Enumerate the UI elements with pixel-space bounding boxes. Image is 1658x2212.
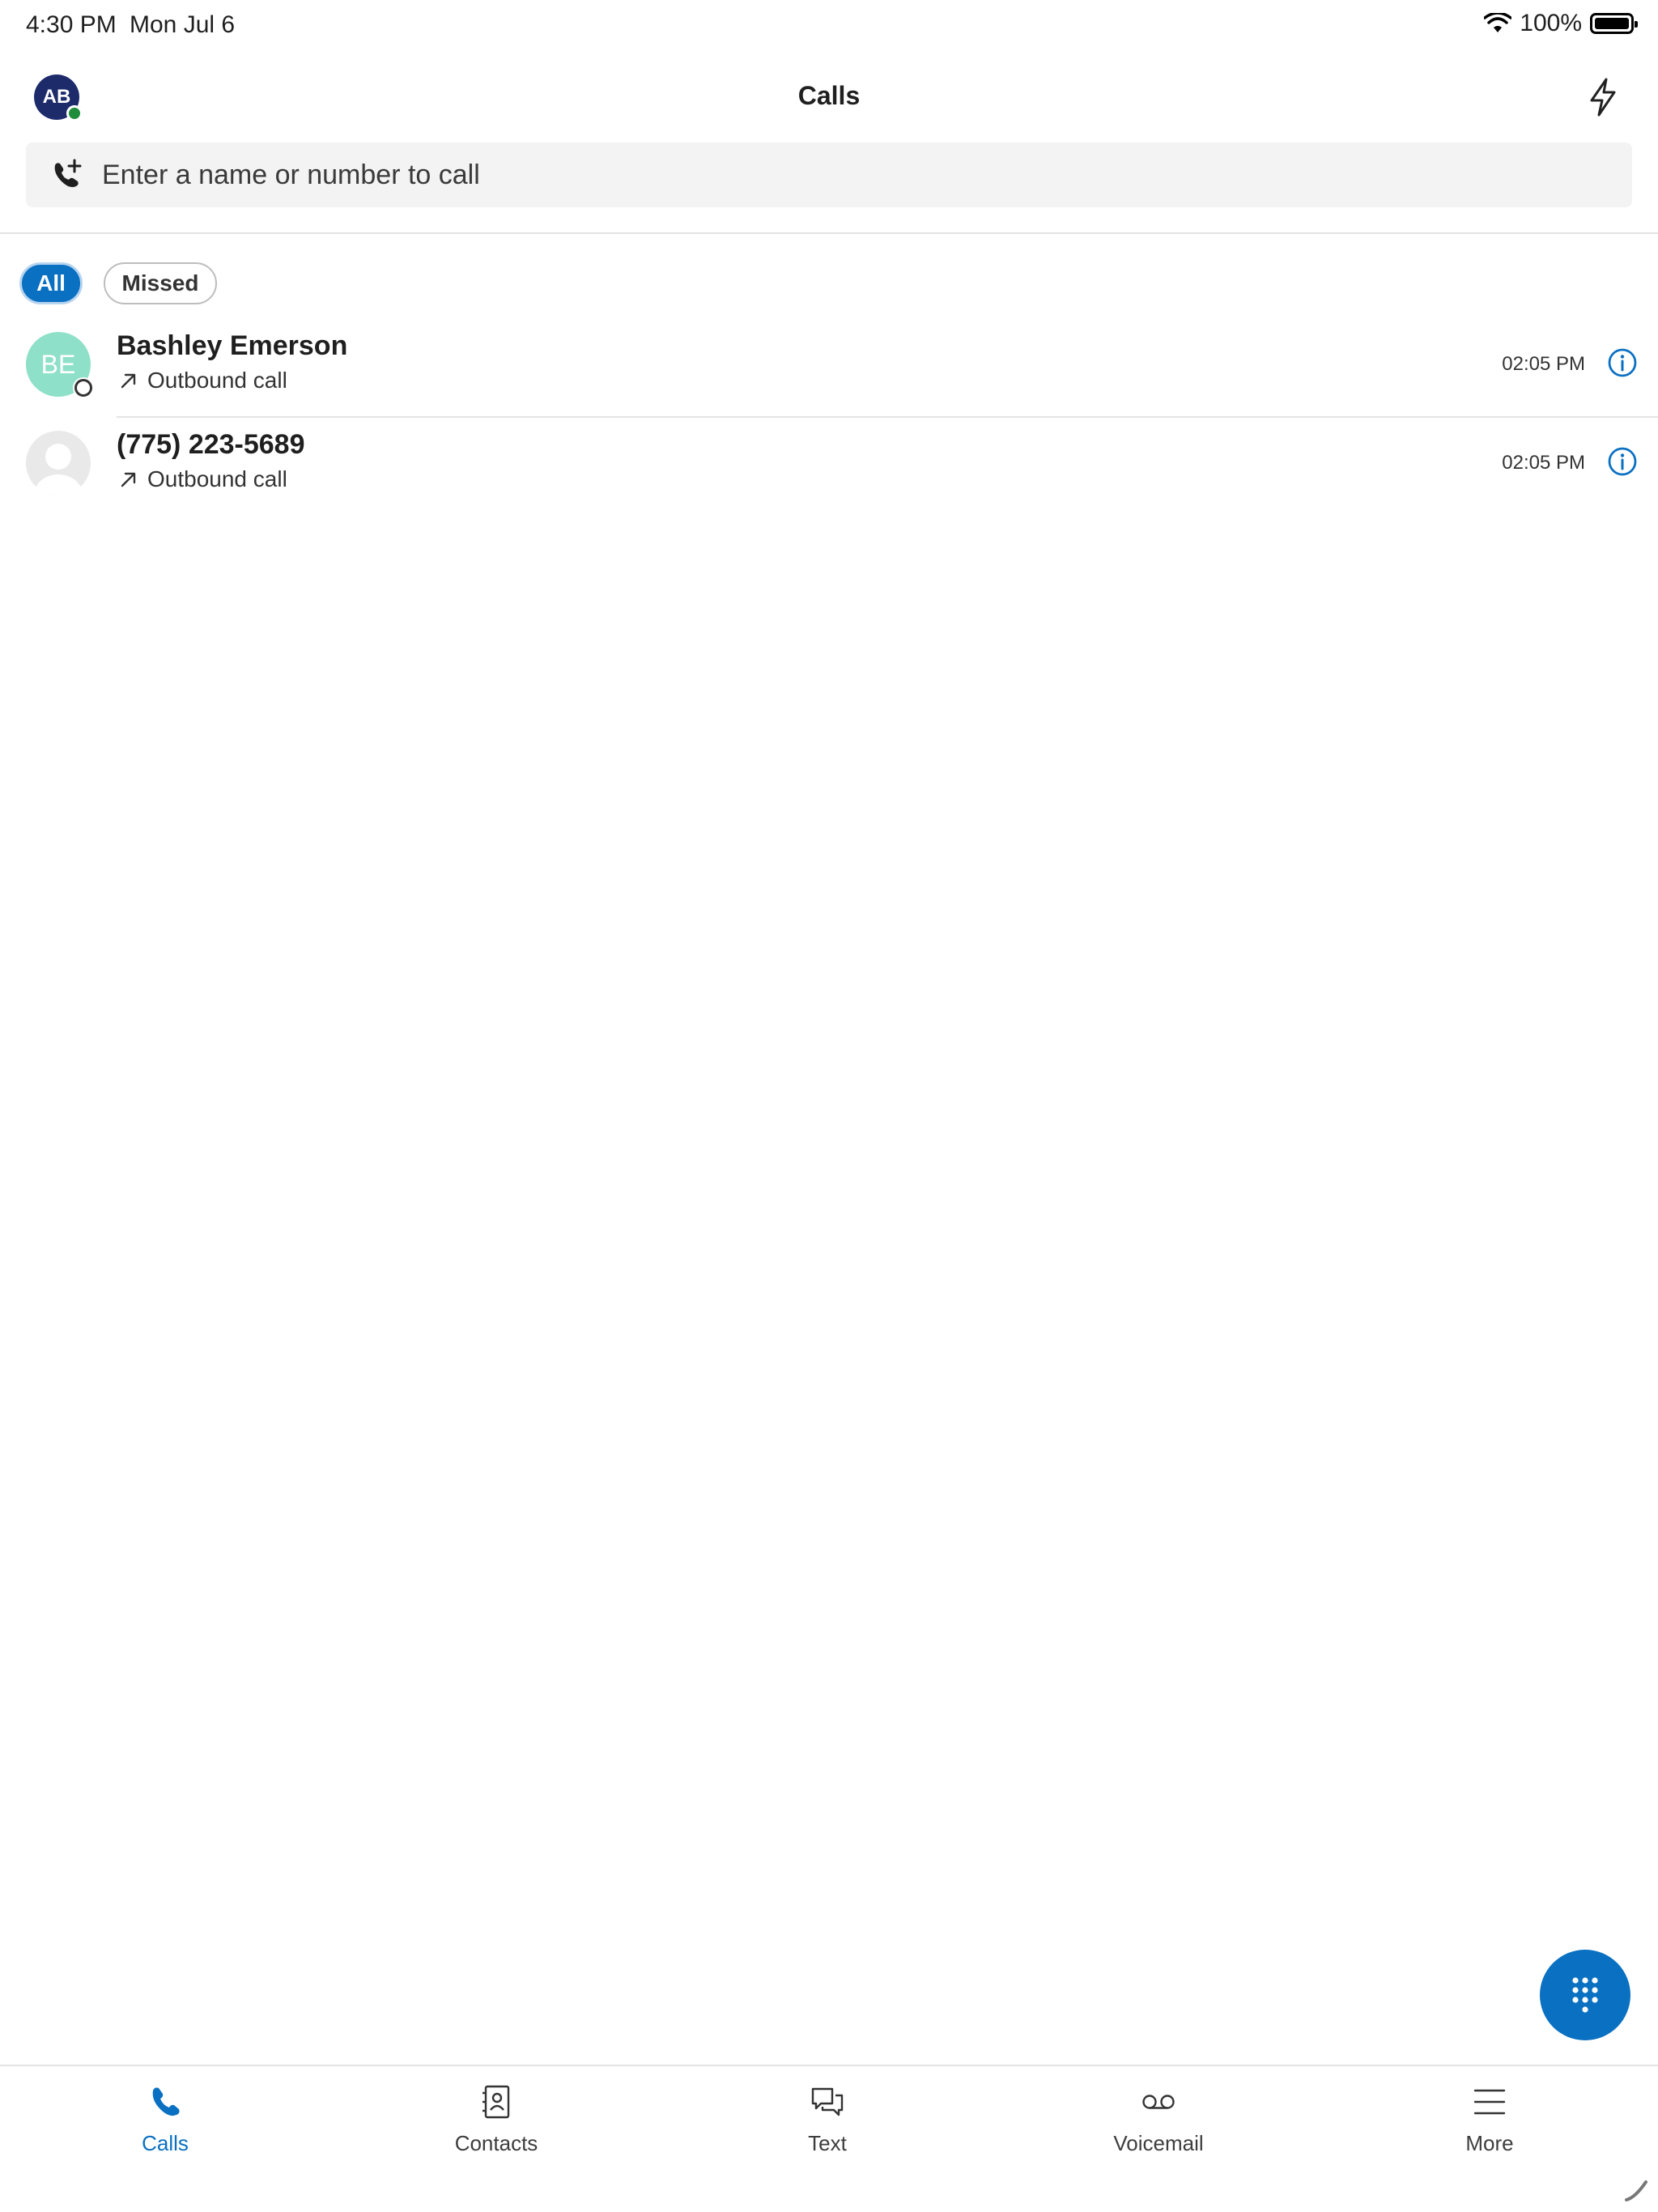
nav-label: Calls xyxy=(142,2131,189,2155)
outbound-arrow-icon xyxy=(121,373,136,389)
nav-more[interactable]: More xyxy=(1409,2084,1571,2156)
battery-icon xyxy=(1590,13,1638,34)
wifi-icon xyxy=(1484,13,1512,32)
info-icon[interactable] xyxy=(1606,445,1639,478)
phone-icon xyxy=(152,2087,180,2116)
menu-icon xyxy=(1473,2089,1506,2115)
add-call-icon xyxy=(54,159,82,188)
default-avatar-icon xyxy=(26,431,91,496)
filter-all-chip[interactable]: All xyxy=(19,262,83,304)
pencil-hint-icon xyxy=(1625,2180,1647,2201)
dialpad-button[interactable] xyxy=(1540,1950,1630,2040)
lightning-icon[interactable] xyxy=(1587,78,1619,117)
info-icon[interactable] xyxy=(1606,347,1639,379)
search-input[interactable]: Enter a name or number to call xyxy=(102,160,480,191)
nav-contacts[interactable]: Contacts xyxy=(415,2084,577,2156)
status-date: Mon Jul 6 xyxy=(130,11,236,38)
presence-offline-icon xyxy=(73,377,94,398)
status-indicators: 100% xyxy=(1484,10,1638,37)
contact-name: (775) 223-5689 xyxy=(117,429,305,460)
bottom-nav: Calls Contacts Text Voicemail More xyxy=(0,2065,1658,2212)
call-type: Outbound call xyxy=(118,368,287,393)
nav-label: More xyxy=(1465,2131,1514,2155)
battery-percent: 100% xyxy=(1520,10,1582,36)
divider xyxy=(0,232,1658,234)
call-type: Outbound call xyxy=(118,466,287,492)
nav-label: Voicemail xyxy=(1113,2131,1204,2155)
call-row[interactable]: BE Bashley Emerson Outbound call 02:05 P… xyxy=(0,317,1658,416)
status-time: 4:30 PM xyxy=(26,11,117,38)
call-time: 02:05 PM xyxy=(1502,353,1585,375)
nav-label: Contacts xyxy=(454,2131,538,2155)
call-row[interactable]: (775) 223-5689 Outbound call 02:05 PM xyxy=(0,416,1658,515)
voicemail-icon xyxy=(1142,2095,1175,2109)
nav-calls[interactable]: Calls xyxy=(84,2084,246,2156)
avatar-initials: BE xyxy=(40,349,76,379)
nav-text[interactable]: Text xyxy=(746,2084,908,2156)
dialpad-icon xyxy=(1572,1977,1598,2013)
chat-icon xyxy=(811,2087,844,2116)
filter-missed-chip[interactable]: Missed xyxy=(104,262,217,304)
contacts-icon xyxy=(483,2085,510,2119)
call-time: 02:05 PM xyxy=(1502,452,1585,474)
nav-voicemail[interactable]: Voicemail xyxy=(1078,2084,1239,2156)
page-title: Calls xyxy=(797,81,861,110)
dial-search-bar[interactable]: Enter a name or number to call xyxy=(26,143,1632,207)
outbound-arrow-icon xyxy=(121,472,136,487)
call-type-label: Outbound call xyxy=(147,368,287,393)
contact-name: Bashley Emerson xyxy=(117,330,348,361)
nav-label: Text xyxy=(808,2131,847,2155)
contact-avatar: BE xyxy=(26,332,94,398)
call-type-label: Outbound call xyxy=(147,466,287,491)
